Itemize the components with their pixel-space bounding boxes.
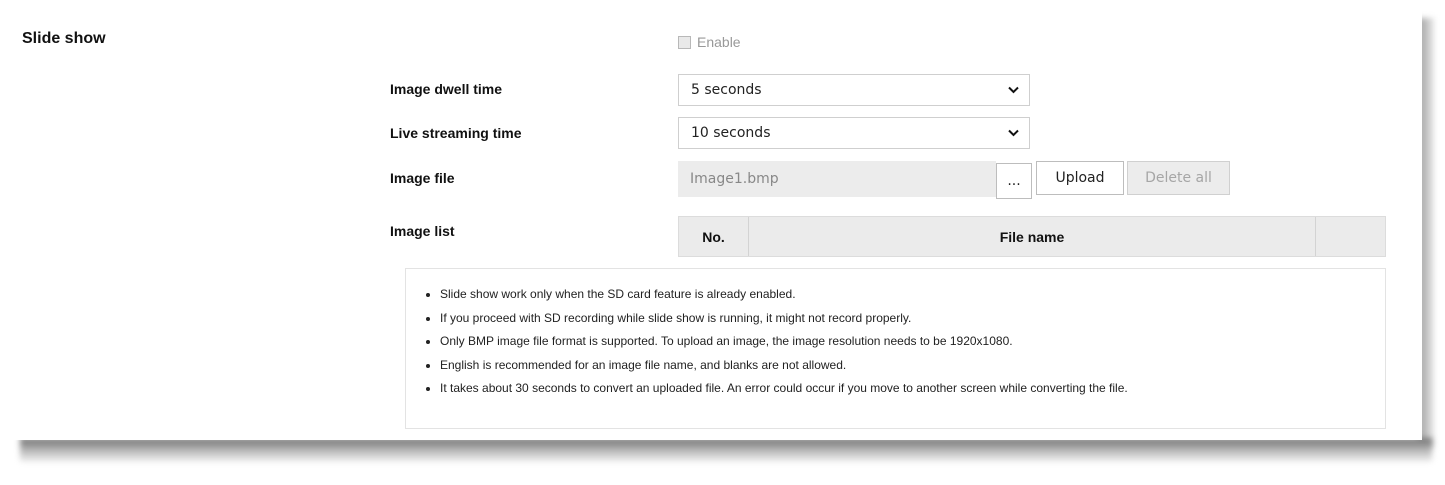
note-item: Slide show work only when the SD card fe… xyxy=(440,283,1385,307)
upload-button[interactable]: Upload xyxy=(1036,161,1124,195)
live-streaming-time-value: 10 seconds xyxy=(691,125,771,141)
image-list-table: No. File name xyxy=(678,216,1386,257)
column-header-no: No. xyxy=(679,217,749,256)
note-item: If you proceed with SD recording while s… xyxy=(440,307,1385,331)
enable-label: Enable xyxy=(697,34,741,50)
enable-checkbox-row[interactable]: Enable xyxy=(678,34,741,50)
image-file-label: Image file xyxy=(390,170,455,186)
image-list-label: Image list xyxy=(390,223,455,239)
enable-checkbox[interactable] xyxy=(678,35,691,49)
image-dwell-time-value: 5 seconds xyxy=(691,82,762,98)
live-streaming-time-label: Live streaming time xyxy=(390,125,522,141)
live-streaming-time-select[interactable]: 10 seconds xyxy=(678,117,1030,149)
chevron-down-icon xyxy=(1008,126,1019,140)
section-title: Slide show xyxy=(22,30,106,47)
delete-all-button[interactable]: Delete all xyxy=(1127,161,1230,195)
image-dwell-time-select[interactable]: 5 seconds xyxy=(678,74,1030,106)
panel-shadow-bottom xyxy=(20,438,1432,462)
chevron-down-icon xyxy=(1008,83,1019,97)
column-header-file-name: File name xyxy=(749,217,1316,256)
notes-box: Slide show work only when the SD card fe… xyxy=(405,268,1386,429)
image-file-input[interactable]: Image1.bmp xyxy=(678,161,996,197)
note-item: English is recommended for an image file… xyxy=(440,354,1385,378)
note-item: Only BMP image file format is supported.… xyxy=(440,330,1385,354)
slide-show-panel: Slide show Enable Image dwell time 5 sec… xyxy=(8,8,1422,440)
browse-button[interactable]: ... xyxy=(996,163,1032,199)
note-item: It takes about 30 seconds to convert an … xyxy=(440,377,1385,401)
column-header-actions xyxy=(1316,217,1385,256)
image-dwell-time-label: Image dwell time xyxy=(390,81,503,97)
